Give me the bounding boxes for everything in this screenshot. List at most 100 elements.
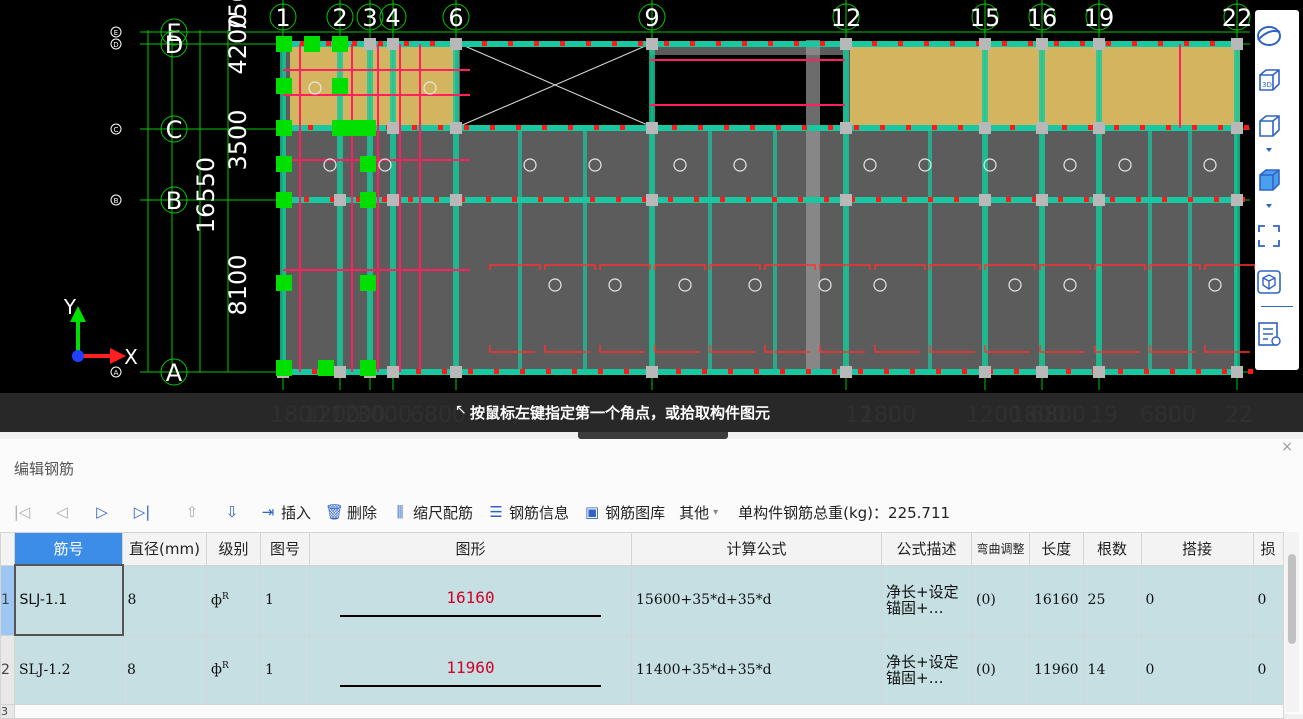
- panel-splitter-handle[interactable]: [578, 432, 728, 439]
- col-header-shape[interactable]: 图形: [309, 532, 632, 566]
- cell-description[interactable]: 净长+设定锚固+…: [881, 564, 972, 636]
- table-row[interactable]: 2 SLJ-1.2 8 фR 1 11960 11400+35*d+35*d 净…: [0, 634, 1284, 705]
- fit-extents-icon[interactable]: [1255, 222, 1283, 250]
- floor-plan-drawing[interactable]: 1 2 3 4 6 9 12 15 16 19 22EE DDCCBBAA42007503500165…: [0, 0, 1303, 432]
- rebar-mark: [690, 41, 695, 46]
- cell-diameter[interactable]: 8: [122, 634, 207, 705]
- first-record-icon[interactable]: |◁: [4, 498, 40, 526]
- move-up-icon[interactable]: ⇧: [174, 498, 210, 526]
- iso-view-icon[interactable]: [1255, 166, 1283, 194]
- col-header-loss[interactable]: 损: [1252, 532, 1284, 566]
- cad-canvas[interactable]: 1 2 3 4 6 9 12 15 16 19 22 E E D D C C B B A A 4200 750 3500 165…: [0, 0, 1303, 432]
- row-number[interactable]: 2: [0, 634, 15, 705]
- rebar-mark: [1222, 369, 1227, 374]
- dimension-label: 16550: [192, 157, 220, 233]
- row-number[interactable]: 3: [0, 704, 15, 719]
- beam: [583, 128, 587, 372]
- rebar-mark: [1002, 41, 1007, 46]
- rebar-library-button[interactable]: ▣ 钢筋图库: [578, 498, 670, 526]
- rebar-mark: [754, 369, 759, 374]
- table-row[interactable]: 1 SLJ-1.1 8 фR 1 16160 15600+35*d+35*d 净…: [0, 564, 1284, 636]
- col-header-id[interactable]: 筋号: [14, 532, 123, 566]
- cell-formula[interactable]: 11400+35*d+35*d: [631, 634, 882, 705]
- rebar-mark: [832, 369, 837, 374]
- rebar-mark: [954, 197, 959, 202]
- beam: [453, 44, 459, 372]
- col-header-grade[interactable]: 级别: [206, 532, 261, 566]
- shape-length-label[interactable]: 16160: [314, 588, 627, 607]
- rebar-mark: [542, 125, 547, 130]
- cell-shape[interactable]: 16160: [309, 564, 632, 636]
- orbit-icon[interactable]: [1255, 22, 1283, 50]
- cell-count[interactable]: 14: [1082, 634, 1142, 705]
- cell-loss[interactable]: 0: [1252, 564, 1284, 636]
- rebar-mark: [768, 41, 773, 46]
- 3d-view-icon[interactable]: 3D: [1255, 66, 1283, 94]
- rebar-mark: [880, 125, 885, 130]
- col-header-description[interactable]: 公式描述: [881, 532, 972, 566]
- cell-count[interactable]: 25: [1082, 564, 1142, 636]
- rebar-mark: [1006, 197, 1011, 202]
- col-header-length[interactable]: 长度: [1029, 532, 1084, 566]
- rebar-mark: [820, 41, 825, 46]
- scrollbar-thumb[interactable]: [1288, 554, 1296, 644]
- view-settings-icon[interactable]: [1255, 320, 1283, 348]
- prev-record-icon[interactable]: ◁: [44, 498, 80, 526]
- rebar-mark: [1192, 125, 1197, 130]
- axis-label: A: [166, 359, 183, 387]
- axis-label: B: [166, 187, 182, 215]
- rebar-mark: [932, 125, 937, 130]
- beam: [1096, 44, 1102, 372]
- grip-point: [304, 36, 320, 52]
- cell-id[interactable]: SLJ-1.1: [13, 564, 124, 636]
- cell-id[interactable]: SLJ-1.2: [14, 634, 123, 705]
- delete-button[interactable]: 🗑 删除: [320, 498, 382, 526]
- rebar-mark: [560, 41, 565, 46]
- cell-shape[interactable]: 11960: [309, 634, 632, 705]
- insert-button[interactable]: ⇥ 插入: [254, 498, 316, 526]
- cell-grade[interactable]: фR: [206, 634, 261, 705]
- cell-figure[interactable]: 1: [260, 634, 310, 705]
- cell-loss[interactable]: 0: [1252, 634, 1284, 705]
- col-header-bend[interactable]: 弯曲调整: [971, 532, 1030, 566]
- rebar-info-button[interactable]: ☰ 钢筋信息: [482, 498, 574, 526]
- chevron-down-icon[interactable]: [1255, 200, 1283, 212]
- rebar-mark: [694, 197, 699, 202]
- rebar-mark: [408, 197, 413, 202]
- next-record-icon[interactable]: ▷: [84, 498, 120, 526]
- cell-lap[interactable]: 0: [1140, 564, 1254, 636]
- cell-length[interactable]: 11960: [1029, 634, 1084, 705]
- rebar-mark: [382, 197, 387, 202]
- col-header-figure[interactable]: 图号: [260, 532, 310, 566]
- axis-label: D: [165, 31, 183, 59]
- cell-formula[interactable]: 15600+35*d+35*d: [631, 564, 882, 636]
- col-header-lap[interactable]: 搭接: [1140, 532, 1254, 566]
- cell-diameter[interactable]: 8: [122, 564, 207, 636]
- cell-length[interactable]: 16160: [1029, 564, 1084, 636]
- column: [1231, 194, 1243, 206]
- cell-lap[interactable]: 0: [1140, 634, 1254, 705]
- top-view-icon[interactable]: [1255, 112, 1283, 140]
- col-header-count[interactable]: 根数: [1082, 532, 1142, 566]
- last-record-icon[interactable]: ▷|: [124, 498, 160, 526]
- col-header-formula[interactable]: 计算公式: [631, 532, 882, 566]
- table-row[interactable]: 3: [0, 704, 1284, 719]
- rebar-mark: [416, 369, 421, 374]
- cell-figure[interactable]: 1: [260, 564, 310, 636]
- cell-bend[interactable]: (0): [971, 634, 1030, 705]
- close-button[interactable]: ×: [1281, 439, 1293, 455]
- rebar-mark: [1162, 197, 1167, 202]
- move-down-icon[interactable]: ⇩: [214, 498, 250, 526]
- col-header-diameter[interactable]: 直径(mm): [122, 532, 207, 566]
- row-number[interactable]: 1: [0, 564, 15, 636]
- chevron-down-icon[interactable]: [1255, 144, 1283, 156]
- scale-rebar-button[interactable]: ⫼ 缩尺配筋: [386, 498, 478, 526]
- show-component-icon[interactable]: [1255, 268, 1283, 296]
- other-menu[interactable]: 其他 ▾: [674, 498, 723, 526]
- rebar-mark: [958, 125, 963, 130]
- cell-description[interactable]: 净长+设定锚固+…: [881, 634, 972, 705]
- shape-length-label[interactable]: 11960: [314, 658, 627, 677]
- cell-bend[interactable]: (0): [971, 564, 1030, 636]
- cell-grade[interactable]: фR: [206, 564, 261, 636]
- table-scrollbar[interactable]: [1285, 532, 1299, 712]
